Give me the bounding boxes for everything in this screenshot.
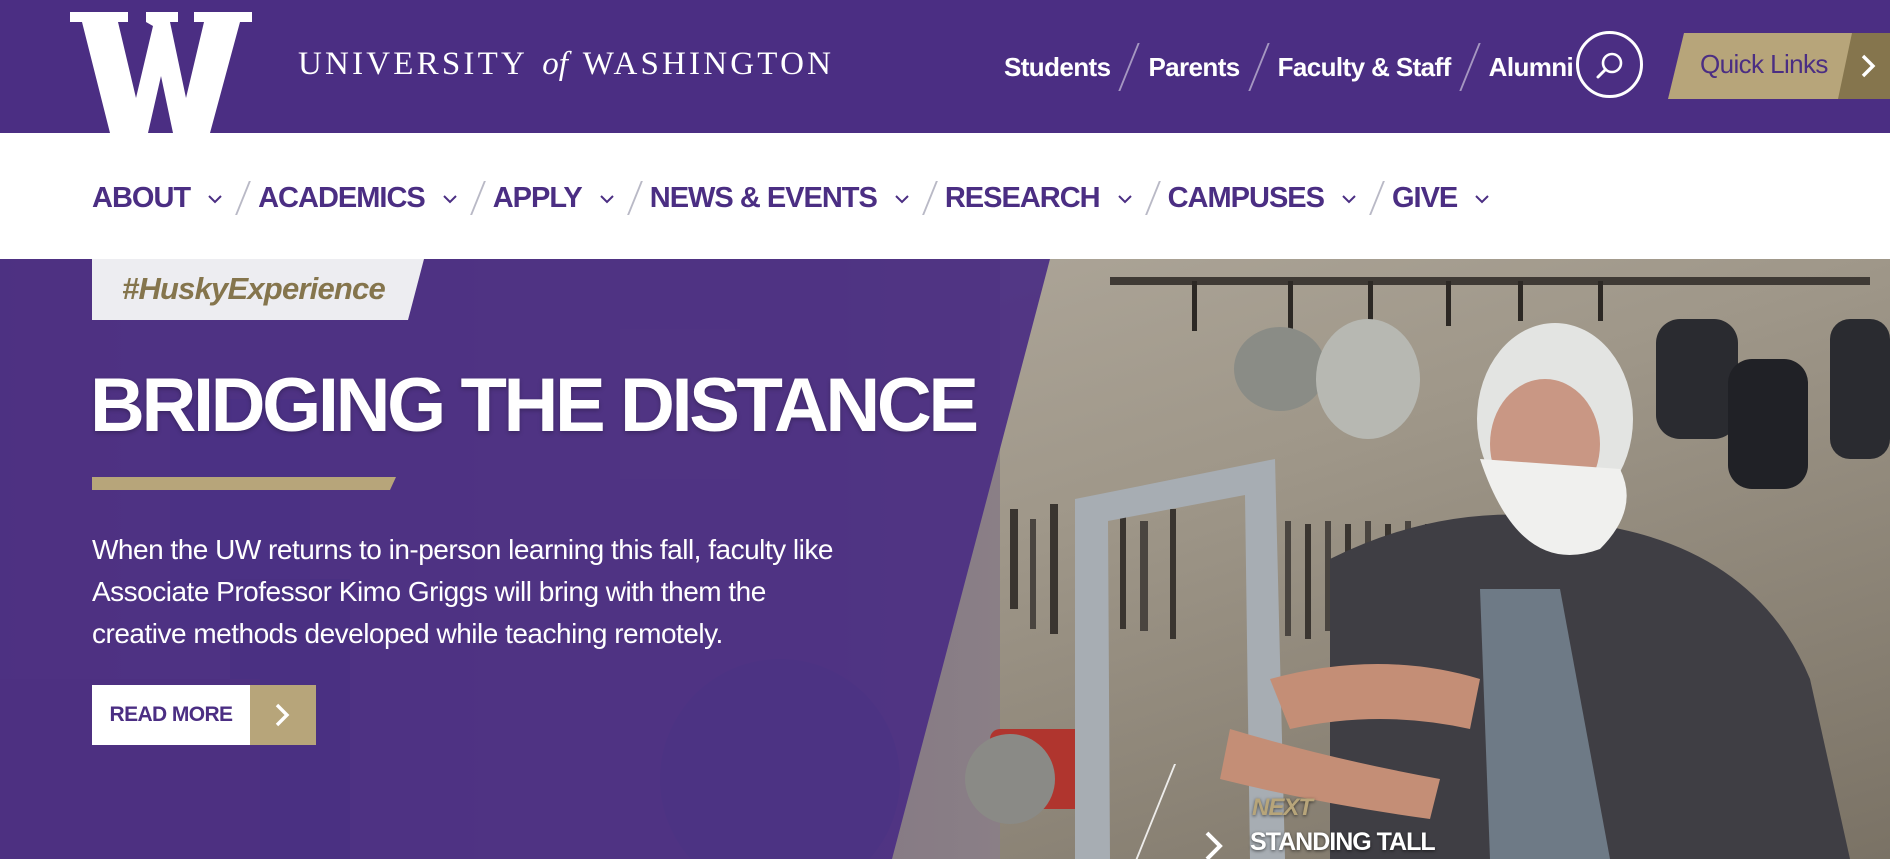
audience-link-students[interactable]: Students	[1004, 52, 1111, 83]
nav-separator	[1144, 181, 1161, 215]
audience-nav: Students Parents Faculty & Staff Alumni	[1004, 43, 1574, 91]
chevron-down-icon	[600, 194, 614, 203]
nav-separator	[469, 181, 486, 215]
university-wordmark[interactable]: UNIVERSITY of WASHINGTON	[298, 46, 834, 83]
chevron-down-icon	[1117, 194, 1132, 203]
nav-item-label: ABOUT	[92, 181, 191, 214]
main-nav: ABOUT ACADEMICS APPLY NEWS & EVENTS RESE…	[0, 133, 1890, 259]
chevron-down-icon	[1475, 194, 1489, 203]
quick-links-button[interactable]: Quick Links	[1668, 33, 1890, 99]
wordmark-washington: WASHINGTON	[582, 46, 835, 82]
hero-tag-label: #HuskyExperience	[122, 271, 386, 306]
nav-separator	[235, 181, 251, 215]
read-more-arrow[interactable]	[250, 685, 316, 745]
nav-item-give[interactable]: GIVE	[1392, 182, 1489, 215]
chevron-right-icon	[275, 703, 290, 727]
audience-link-alumni[interactable]: Alumni	[1489, 52, 1574, 83]
nav-item-campuses[interactable]: CAMPUSES	[1168, 182, 1356, 215]
next-slide-label: NEXT	[1252, 794, 1313, 821]
search-button[interactable]	[1576, 31, 1643, 98]
chevron-down-icon	[443, 194, 457, 203]
nav-item-news-events[interactable]: NEWS & EVENTS	[650, 182, 909, 215]
w-logo-icon[interactable]	[70, 12, 252, 133]
nav-item-label: APPLY	[492, 181, 583, 214]
hero-body: When the UW returns to in-person learnin…	[92, 534, 833, 649]
nav-separator	[921, 181, 938, 215]
quick-links-label: Quick Links	[1700, 49, 1828, 79]
nav-separator	[626, 181, 643, 215]
chevron-down-icon	[895, 194, 909, 203]
wordmark-of: of	[542, 46, 568, 82]
nav-item-research[interactable]: RESEARCH	[945, 182, 1132, 215]
hero-carousel: #HuskyExperience BRIDGING THE DISTANCE W…	[0, 259, 1890, 859]
nav-item-label: RESEARCH	[944, 181, 1101, 214]
search-icon	[1596, 52, 1623, 79]
audience-link-faculty-staff[interactable]: Faculty & Staff	[1278, 52, 1452, 83]
audience-separator	[1458, 43, 1481, 91]
nav-item-label: GIVE	[1391, 181, 1458, 214]
audience-separator	[1118, 43, 1141, 91]
audience-link-parents[interactable]: Parents	[1148, 52, 1240, 83]
nav-separator	[1369, 181, 1385, 215]
audience-separator	[1247, 43, 1270, 91]
hero-headline: BRIDGING THE DISTANCE	[90, 363, 979, 448]
hero-tag[interactable]: #HuskyExperience	[92, 259, 424, 320]
top-bar: UNIVERSITY of WASHINGTON Students Parent…	[0, 0, 1890, 133]
read-more-label: READ MORE	[92, 685, 250, 745]
next-slide-title: STANDING TALL	[1250, 828, 1436, 856]
main-nav-list: ABOUT ACADEMICS APPLY NEWS & EVENTS RESE…	[92, 173, 1489, 223]
nav-item-apply[interactable]: APPLY	[493, 182, 614, 215]
nav-item-about[interactable]: ABOUT	[92, 182, 222, 215]
chevron-down-icon	[208, 194, 222, 203]
wordmark-university: UNIVERSITY	[298, 46, 527, 82]
nav-item-label: ACADEMICS	[258, 181, 426, 214]
chevron-right-icon	[1861, 54, 1876, 78]
nav-item-academics[interactable]: ACADEMICS	[258, 182, 457, 215]
read-more-button[interactable]: READ MORE	[92, 685, 316, 745]
hero-gold-rule	[92, 477, 396, 490]
chevron-right-icon	[1205, 831, 1223, 859]
nav-item-label: NEWS & EVENTS	[649, 181, 878, 214]
next-slide-link[interactable]: NEXT STANDING TALL	[1129, 764, 1460, 859]
chevron-down-icon	[1342, 194, 1356, 203]
nav-item-label: CAMPUSES	[1167, 181, 1325, 214]
